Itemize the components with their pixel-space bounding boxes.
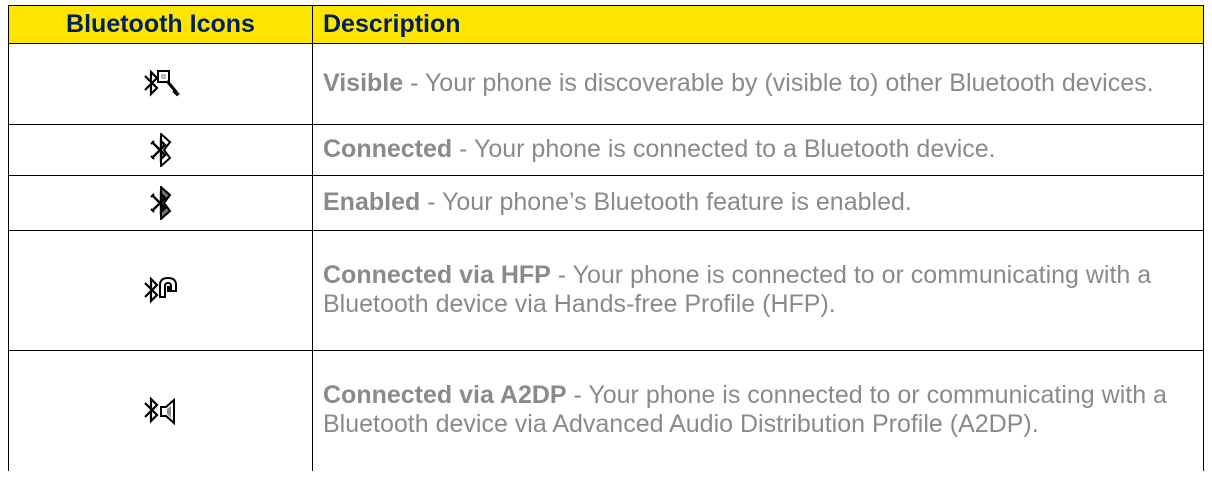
description-text: - Your phone is connected to a Bluetooth… [452, 134, 996, 163]
icon-cell [8, 124, 313, 176]
description-cell: Connected - Your phone is connected to a… [312, 124, 1204, 176]
header-bluetooth-icons: Bluetooth Icons [8, 5, 313, 44]
icon-cell [8, 230, 313, 351]
icon-cell [8, 175, 313, 231]
description-text: - Your phone’s Bluetooth feature is enab… [420, 187, 912, 216]
description-cell: Connected via A2DP - Your phone is conne… [312, 350, 1204, 471]
bluetooth-icons-table: Bluetooth Icons Description Visible - Yo… [8, 5, 1204, 471]
table-header-row: Bluetooth Icons Description [8, 5, 1204, 44]
description-term: Connected via A2DP [323, 380, 567, 409]
description-cell: Visible - Your phone is discoverable by … [312, 43, 1204, 125]
description-cell: Enabled - Your phone’s Bluetooth feature… [312, 175, 1204, 231]
bluetooth-hfp-icon [143, 275, 177, 304]
icon-cell [8, 350, 313, 471]
table-row: Visible - Your phone is discoverable by … [8, 43, 1204, 125]
description-term: Connected [323, 134, 453, 163]
table-row: Enabled - Your phone’s Bluetooth feature… [8, 175, 1204, 231]
description-term: Enabled [323, 187, 421, 216]
description-text: - Your phone is discoverable by (visible… [403, 68, 1154, 97]
bluetooth-a2dp-icon [143, 396, 175, 425]
bluetooth-connected-icon [149, 133, 171, 167]
bluetooth-enabled-icon [149, 186, 171, 220]
bluetooth-visible-icon [143, 69, 180, 97]
header-description: Description [312, 5, 1204, 44]
table-row: Connected via A2DP - Your phone is conne… [8, 350, 1204, 471]
table-row: Connected via HFP - Your phone is connec… [8, 230, 1204, 351]
icon-cell [8, 43, 313, 125]
description-term: Visible [323, 68, 404, 97]
table-row: Connected - Your phone is connected to a… [8, 124, 1204, 176]
description-cell: Connected via HFP - Your phone is connec… [312, 230, 1204, 351]
description-term: Connected via HFP [323, 260, 551, 289]
